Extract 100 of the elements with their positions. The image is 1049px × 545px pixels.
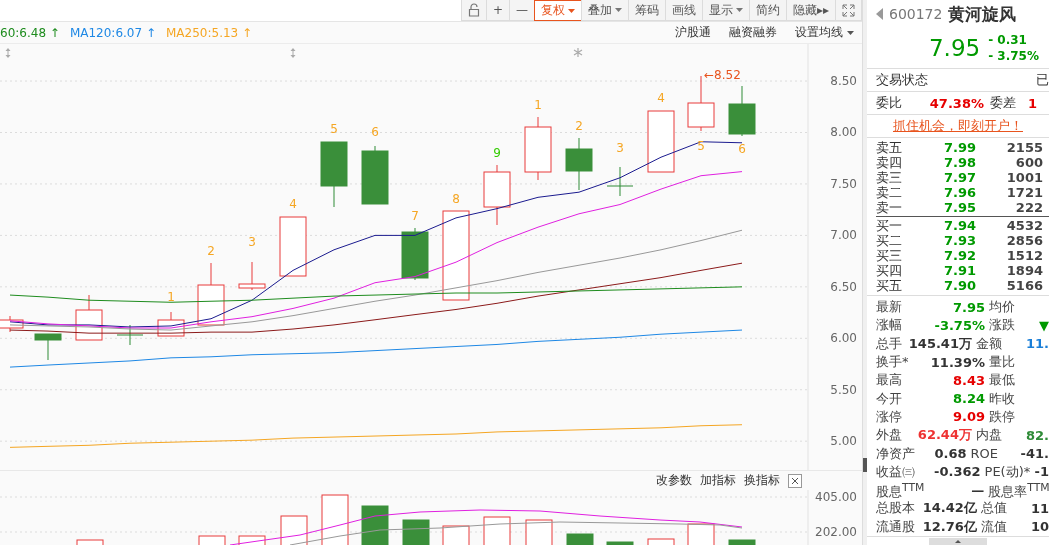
- field-label: 最高: [876, 371, 903, 390]
- asterisk-icon: [573, 47, 583, 58]
- toolbar-button[interactable]: 显示: [701, 0, 750, 21]
- indicator-action[interactable]: 加指标: [700, 472, 736, 489]
- order-price: 7.94: [942, 218, 976, 233]
- field-label: 交易状态: [876, 71, 929, 89]
- candlestick: [361, 145, 389, 205]
- sequence-number: 5: [697, 139, 705, 153]
- toolbar-button[interactable]: —: [508, 0, 535, 21]
- order-price: 7.97: [942, 170, 976, 185]
- collapse-handle-icon[interactable]: [863, 458, 867, 472]
- toolbar-button[interactable]: 隐藏▸▸: [785, 0, 836, 21]
- field-value: 11: [1030, 500, 1049, 516]
- field-value: 8.24: [951, 391, 985, 407]
- sequence-number: 4: [657, 91, 665, 105]
- legend-item: 60:6.48 ↑: [0, 25, 60, 40]
- price-axis-label: 8.00: [830, 125, 857, 140]
- toolbar-button[interactable]: 叠加: [580, 0, 629, 21]
- volume-bar: [361, 505, 389, 545]
- back-arrow-icon[interactable]: [876, 8, 883, 20]
- field-value: -3.75%: [933, 317, 985, 333]
- lock-icon: [467, 3, 480, 17]
- field-label: 委差: [990, 94, 1016, 112]
- volume-axis-label: 202.00: [815, 525, 857, 539]
- toolbar-button[interactable]: 筹码: [627, 0, 666, 21]
- field-value: -41.: [1020, 446, 1049, 461]
- field-value: 8.43: [951, 372, 985, 388]
- field-value: 1: [1028, 95, 1038, 111]
- volume-bar: [566, 533, 594, 545]
- candlestick: [565, 137, 593, 191]
- field-label: 内盘: [975, 426, 1003, 445]
- close-icon[interactable]: [788, 473, 802, 488]
- candlestick: [116, 324, 144, 346]
- fullscreen-button[interactable]: [835, 0, 862, 21]
- stock-name: 黄河旋风: [948, 2, 1017, 26]
- field-value: 已: [1036, 71, 1049, 89]
- candlestick: [279, 216, 307, 277]
- price-axis-label: 5.50: [830, 382, 857, 397]
- candlestick: [34, 333, 62, 361]
- chart-link[interactable]: 沪股通: [675, 24, 711, 41]
- field-label: 股息率$^{TTM}$: [988, 479, 1049, 501]
- order-label: 买四: [876, 263, 903, 278]
- expand-icon: [842, 3, 855, 17]
- field-label: 委比: [876, 94, 903, 112]
- indicator-action[interactable]: 换指标: [744, 472, 780, 489]
- legend-item: MA250:5.13 ↑: [166, 25, 253, 40]
- field-label: 最低: [989, 371, 1016, 390]
- toolbar-button[interactable]: 复权: [533, 0, 582, 21]
- order-volume: 1512: [1005, 248, 1043, 263]
- toolbar-button[interactable]: +: [485, 0, 510, 21]
- order-volume: 600: [1014, 155, 1043, 170]
- field-value: 9.09: [951, 409, 985, 425]
- price-axis-label: 8.50: [830, 74, 857, 89]
- volume-bar: [728, 539, 756, 545]
- indicator-action[interactable]: 改参数: [656, 472, 692, 489]
- resize-icon: [290, 48, 296, 58]
- field-value: 47.38%: [928, 95, 984, 111]
- candlestick: [647, 110, 675, 173]
- candlestick: [483, 164, 511, 226]
- candlestick: [606, 166, 634, 197]
- order-label: 买一: [876, 218, 903, 233]
- candlestick: [75, 294, 103, 341]
- sequence-number: 4: [289, 197, 297, 211]
- chart-link[interactable]: 融资融券: [729, 24, 777, 41]
- field-label: ROE: [970, 444, 1000, 463]
- order-price: 7.93: [942, 233, 976, 248]
- volume-bar: [402, 519, 430, 545]
- field-label: 涨停: [876, 407, 903, 426]
- field-label: 净资产: [876, 444, 915, 463]
- field-value: 14.42亿: [921, 499, 977, 518]
- price-change: - 0.31: [988, 32, 1028, 48]
- sequence-number: 8: [452, 192, 460, 206]
- order-volume: 222: [1014, 200, 1043, 215]
- order-price: 7.96: [942, 185, 976, 200]
- order-label: 买二: [876, 233, 903, 248]
- order-price: 7.91: [942, 263, 976, 278]
- field-label: 总值: [980, 499, 1008, 518]
- field-label: PE(动)*: [984, 462, 1031, 481]
- promo-link[interactable]: 抓住机会，即刻开户！: [893, 117, 1023, 135]
- toolbar-button[interactable]: 简约: [748, 0, 787, 21]
- lock-button[interactable]: [460, 0, 487, 21]
- toolbar-button[interactable]: 画线: [664, 0, 703, 21]
- candlestick: [728, 85, 756, 137]
- sequence-number: 2: [207, 244, 215, 258]
- field-label: 换手*: [876, 353, 910, 372]
- order-label: 卖二: [876, 185, 903, 200]
- field-label: 总手: [876, 334, 903, 353]
- field-value: 11.39%: [929, 354, 985, 370]
- chart-link[interactable]: 设置均线: [795, 24, 854, 41]
- price-axis-label: 7.00: [830, 228, 857, 243]
- expand-tab-icon[interactable]: [929, 538, 987, 545]
- legend-item: MA120:6.07 ↑: [69, 25, 156, 40]
- candlestick: [197, 262, 225, 326]
- stock-code: 600172: [889, 6, 943, 22]
- sequence-number: 1: [167, 290, 175, 304]
- field-value: 11.: [1025, 336, 1049, 352]
- order-price: 7.95: [942, 200, 976, 215]
- order-price: 7.99: [942, 140, 976, 155]
- candlestick: [238, 261, 266, 291]
- price-axis-label: 5.00: [830, 434, 857, 449]
